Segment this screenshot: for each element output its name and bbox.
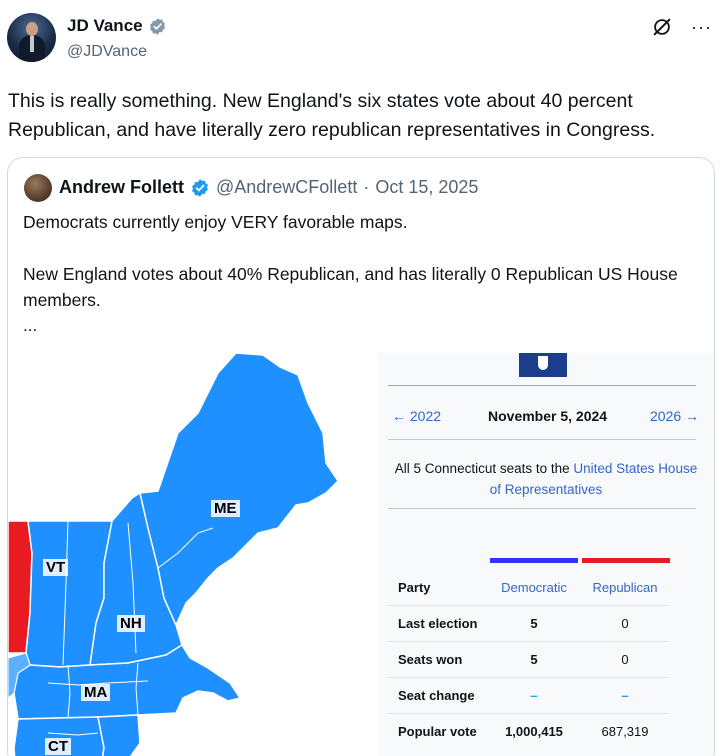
quoted-post-date[interactable]: Oct 15, 2025 [375, 177, 478, 198]
election-infobox[interactable]: ← 2022 November 5, 2024 2026 → All 5 Con… [378, 353, 714, 756]
more-options-icon[interactable]: ··· [691, 18, 712, 36]
infobox-divider [388, 385, 696, 386]
row-label: Seat change [398, 687, 475, 703]
democratic-value: 5 [530, 651, 538, 667]
seats-won-row: Seats won 5 0 [388, 641, 678, 677]
republican-color-bar [582, 558, 670, 563]
popular-vote-row: Popular vote 1,000,415 687,319 [388, 713, 678, 749]
republican-value: 687,319 [601, 723, 649, 739]
post-actions: ··· [651, 16, 712, 38]
row-label: Last election [398, 615, 478, 631]
infobox-divider [388, 508, 696, 509]
map-label-massachusetts: MA [81, 684, 111, 701]
quoted-author-row: Andrew Follett @AndrewCFollett · Oct 15,… [59, 177, 478, 198]
verified-badge-icon [192, 178, 208, 197]
summary-text: All 5 Connecticut seats to the [394, 461, 574, 476]
author-name[interactable]: JD Vance [67, 16, 143, 36]
quoted-author-handle[interactable]: @AndrewCFollett [216, 177, 357, 198]
author-handle[interactable]: @JDVance [67, 43, 147, 61]
next-election-link[interactable]: 2026 → [650, 408, 699, 424]
map-image [8, 352, 378, 756]
last-election-row: Last election 5 0 [388, 605, 678, 641]
map-label-new-hampshire: NH [117, 615, 145, 632]
row-label: Popular vote [398, 723, 477, 739]
verified-badge-icon[interactable] [148, 17, 167, 36]
grok-icon[interactable] [651, 16, 673, 38]
quoted-post-ellipsis: ... [23, 316, 38, 335]
seat-change-row: Seat change – – [388, 677, 678, 713]
map-label-connecticut: CT [45, 738, 71, 755]
previous-election-link[interactable]: ← 2022 [392, 408, 441, 424]
election-summary: All 5 Connecticut seats to the United St… [388, 458, 704, 500]
democratic-color-bar [490, 558, 578, 563]
infobox-divider [388, 439, 696, 440]
avatar-figure-head [26, 22, 38, 36]
election-date: November 5, 2024 [488, 408, 608, 424]
new-england-district-map[interactable]: ME VT NH MA CT [8, 352, 378, 756]
connecticut-flag-icon [519, 353, 567, 377]
row-label: Party [398, 579, 431, 595]
quoted-author-name[interactable]: Andrew Follett [59, 177, 184, 198]
quoted-post-text: Democrats currently enjoy VERY favorable… [23, 212, 678, 310]
republican-party-link[interactable]: Republican [580, 580, 670, 595]
republican-value: 0 [621, 651, 629, 667]
republican-value: 0 [621, 615, 629, 631]
democratic-value: 1,000,415 [505, 723, 563, 739]
party-row: Party Democratic Republican [388, 569, 678, 605]
democratic-value: – [530, 687, 538, 703]
map-label-maine: ME [211, 500, 240, 517]
quoted-post[interactable]: Andrew Follett @AndrewCFollett · Oct 15,… [7, 157, 715, 756]
map-label-vermont: VT [43, 559, 69, 576]
democratic-value: 5 [530, 615, 538, 631]
separator-dot: · [363, 177, 370, 197]
republican-value: – [621, 687, 629, 703]
quoted-author-avatar[interactable] [24, 174, 52, 202]
row-label: Seats won [398, 651, 463, 667]
avatar-figure-tie [30, 36, 34, 52]
author-name-row: JD Vance [67, 16, 167, 36]
post-text: This is really something. New England's … [8, 90, 656, 141]
democratic-party-link[interactable]: Democratic [488, 580, 580, 595]
author-avatar[interactable] [7, 13, 56, 62]
